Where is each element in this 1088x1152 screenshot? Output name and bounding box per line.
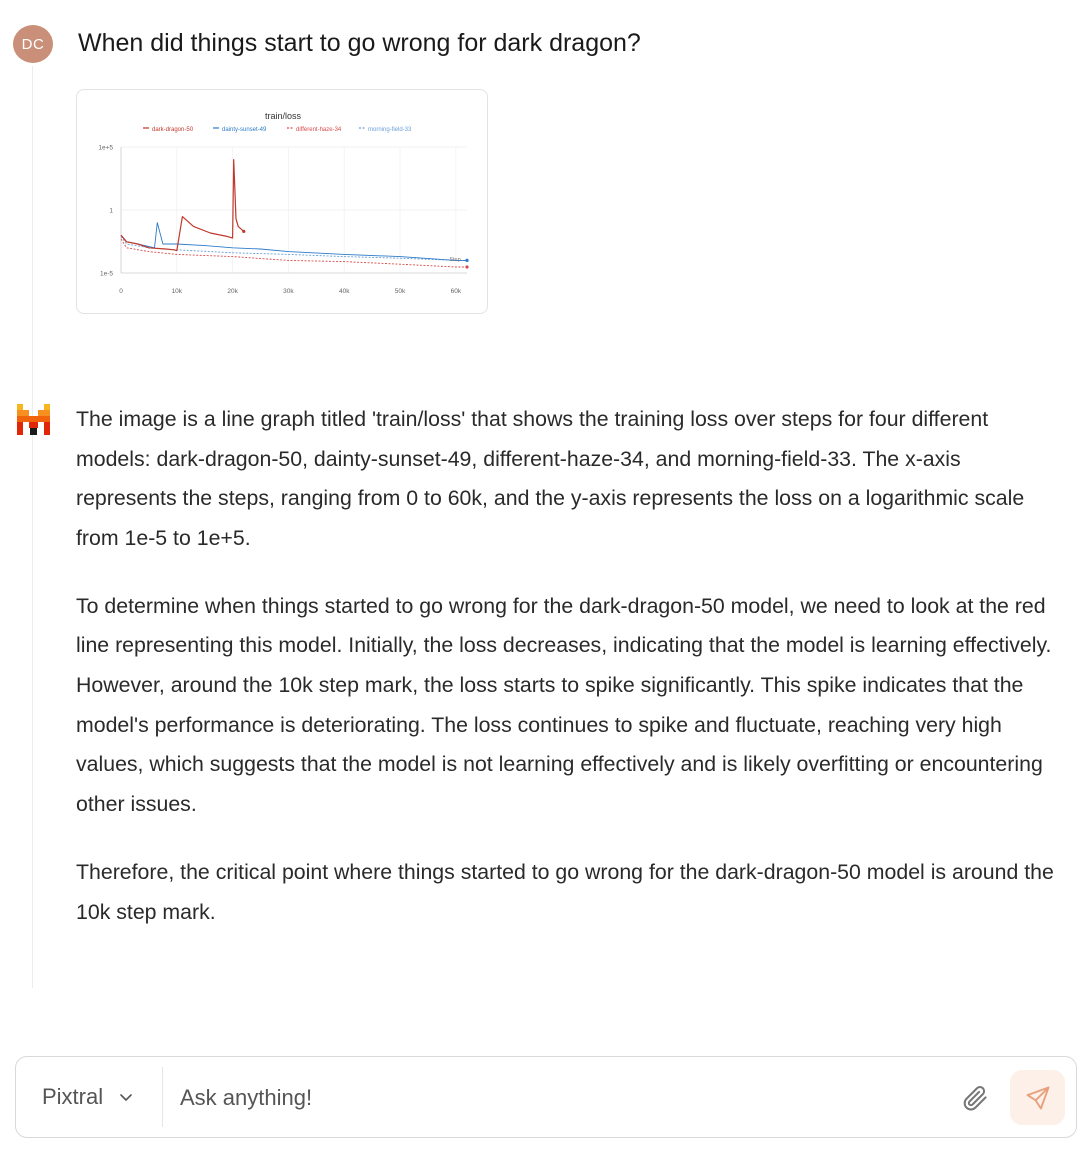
answer-paragraph: The image is a line graph titled 'train/… xyxy=(76,407,1025,550)
chart-title: train/loss xyxy=(265,111,302,121)
loss-chart: train/loss dark-dragon-50 dainty-sunset-49… xyxy=(98,111,469,295)
y-tick-label: 1e-5 xyxy=(100,271,113,278)
x-tick-label: 50k xyxy=(395,288,406,295)
x-tick-label: 20k xyxy=(227,288,238,295)
series-endpoint xyxy=(465,265,469,269)
legend-item: dark-dragon-50 xyxy=(152,127,194,133)
chevron-down-icon xyxy=(120,1094,132,1101)
user-message: When did things start to go wrong for da… xyxy=(78,29,641,57)
legend-item: dainty-sunset-49 xyxy=(222,127,267,133)
composer-divider xyxy=(162,1067,163,1127)
model-selector[interactable]: Pixtral xyxy=(42,1084,133,1110)
y-tick-label: 1 xyxy=(109,208,113,215)
series-endpoint xyxy=(242,229,246,234)
x-tick-label: 0 xyxy=(119,288,123,295)
attached-chart-image[interactable]: train/loss dark-dragon-50 dainty-sunset-49… xyxy=(76,89,488,314)
x-tick-label: 30k xyxy=(283,288,294,295)
series-line-different-haze-34 xyxy=(120,238,467,268)
composer: Pixtral xyxy=(15,1056,1077,1138)
send-button[interactable] xyxy=(1010,1070,1065,1125)
series-line-dark-dragon-50 xyxy=(120,158,245,252)
thread-rail xyxy=(32,66,33,988)
series-line-dainty-sunset-49 xyxy=(120,222,467,261)
paperclip-icon[interactable] xyxy=(960,1083,990,1113)
legend-item: different-haze-34 xyxy=(296,127,342,133)
answer-paragraph: Therefore, the critical point where thin… xyxy=(76,859,1054,924)
answer-paragraph: To determine when things started to go w… xyxy=(76,593,1052,816)
x-tick-label: 10k xyxy=(172,288,183,295)
legend-item: morning-field-33 xyxy=(368,127,412,133)
user-avatar: DC xyxy=(13,25,53,63)
series-endpoint xyxy=(465,258,469,262)
y-tick-label: 1e+5 xyxy=(98,145,113,152)
send-icon xyxy=(1026,1086,1049,1109)
series-line-morning-field-33 xyxy=(120,236,467,261)
x-tick-label: 40k xyxy=(339,288,350,295)
assistant-message: The image is a line graph titled 'train/… xyxy=(76,400,1066,961)
model-label: Pixtral xyxy=(42,1084,104,1109)
mistral-logo-icon xyxy=(17,404,50,435)
x-tick-label: 60k xyxy=(451,288,462,295)
inline-label: Step xyxy=(449,257,460,263)
prompt-input[interactable] xyxy=(180,1077,940,1119)
